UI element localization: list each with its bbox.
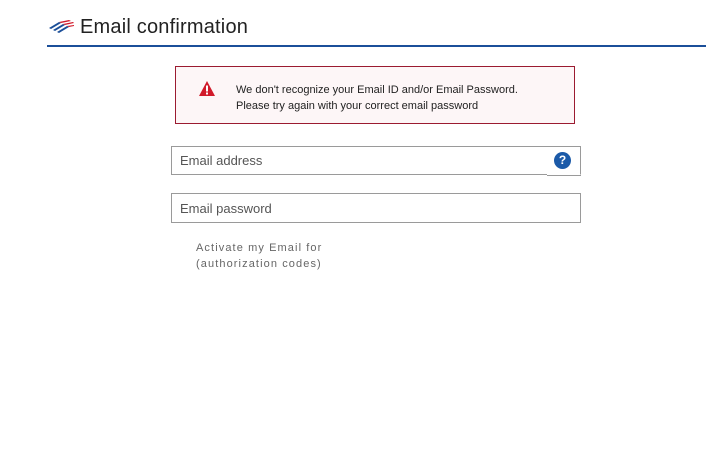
help-icon[interactable]: ? <box>554 152 571 169</box>
email-address-input[interactable] <box>172 147 580 174</box>
activate-email-link[interactable]: Activate my Email for (authorization cod… <box>196 240 336 272</box>
email-field-underline <box>171 174 547 175</box>
email-field-underline-right <box>547 175 581 176</box>
page-header: Email confirmation <box>47 12 706 47</box>
email-password-input[interactable] <box>172 194 580 222</box>
error-alert-line-2: Please try again with your correct email… <box>236 100 479 112</box>
page: Email confirmation We don't recognize yo… <box>0 0 726 462</box>
email-password-field <box>171 193 581 223</box>
error-alert-message: We don't recognize your Email ID and/or … <box>236 82 518 114</box>
warning-triangle-icon <box>198 80 216 97</box>
page-title: Email confirmation <box>80 15 249 38</box>
bank-flag-logo-icon <box>47 18 75 36</box>
activate-email-link-line-2: (authorization codes) <box>196 258 322 270</box>
error-alert: We don't recognize your Email ID and/or … <box>175 66 575 124</box>
error-alert-line-1: We don't recognize your Email ID and/or … <box>236 84 518 96</box>
activate-email-link-line-1: Activate my Email for <box>196 242 323 254</box>
email-address-field: ? <box>171 146 581 175</box>
